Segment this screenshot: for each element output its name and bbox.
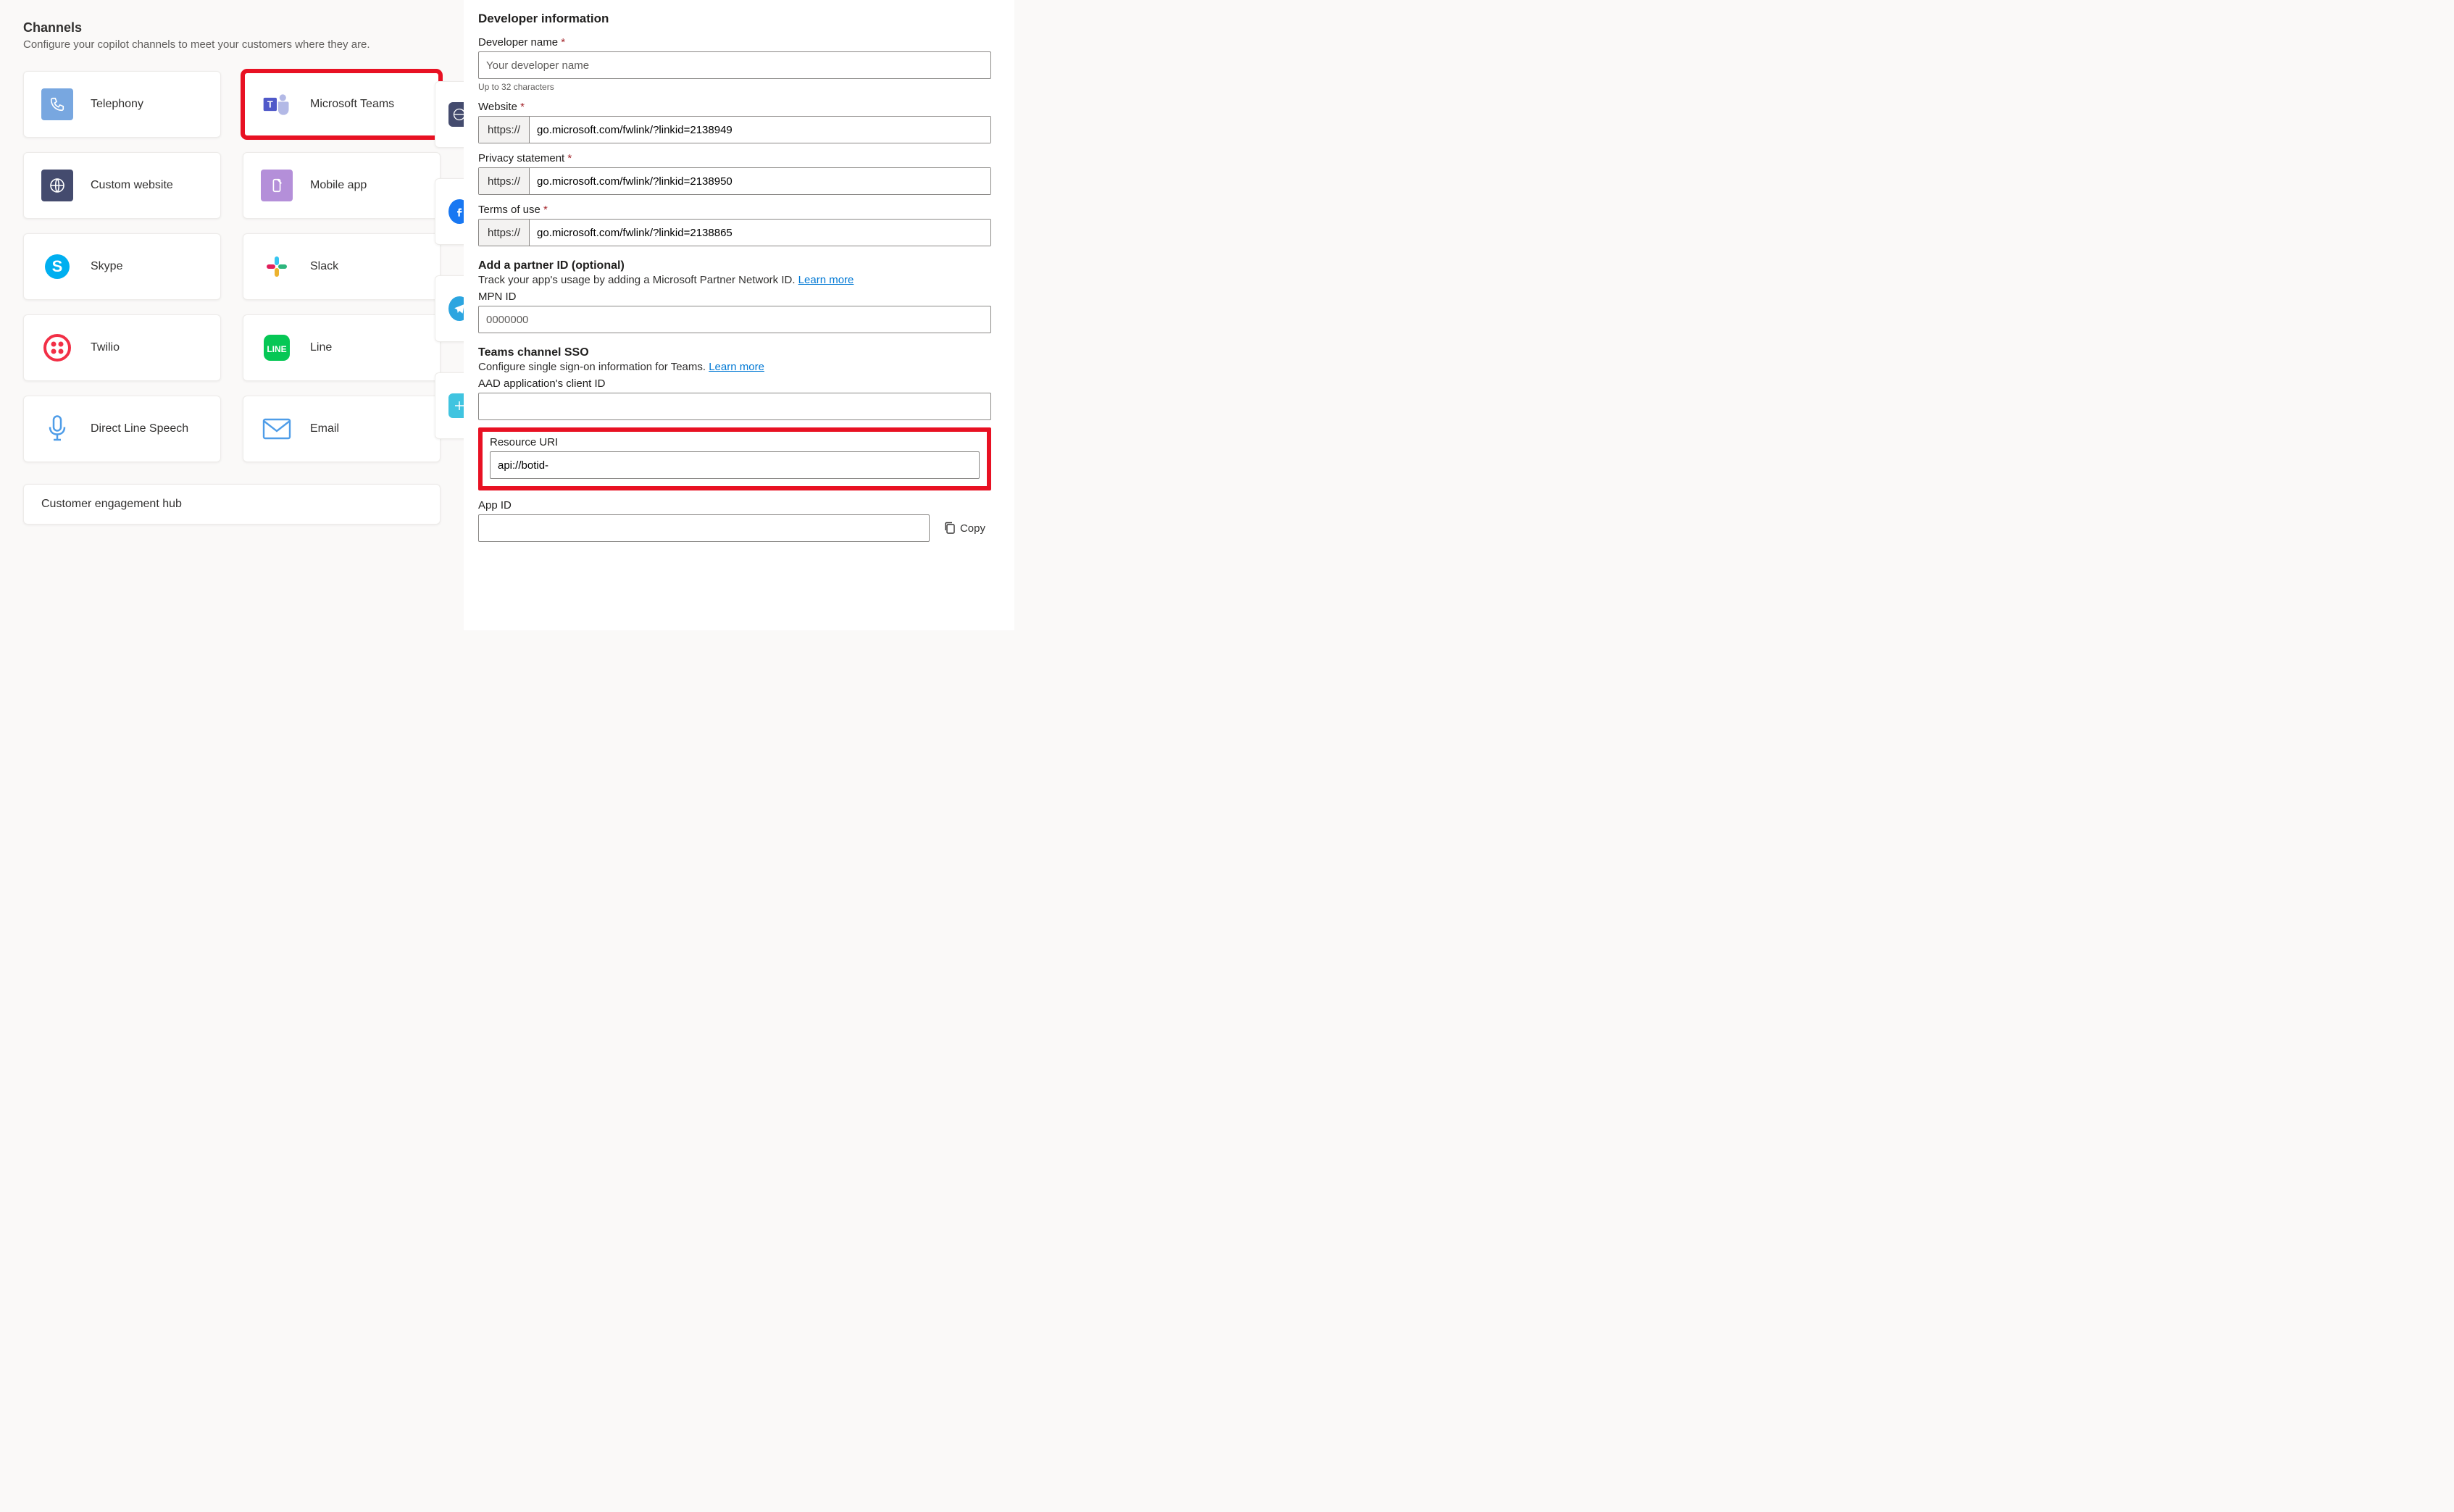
channel-label: Mobile app xyxy=(310,179,367,192)
channel-telephony[interactable]: Telephony xyxy=(23,71,221,138)
mpn-id-label: MPN ID xyxy=(478,291,991,303)
channel-mobile-app[interactable]: Mobile app xyxy=(243,152,441,219)
svg-text:S: S xyxy=(52,257,63,275)
https-prefix: https:// xyxy=(479,117,530,143)
channel-label: Twilio xyxy=(91,341,120,354)
https-prefix: https:// xyxy=(479,220,530,246)
channel-twilio[interactable]: Twilio xyxy=(23,314,221,381)
svg-text:LINE: LINE xyxy=(267,344,286,354)
partner-learn-more-link[interactable]: Learn more xyxy=(798,274,854,286)
aad-client-id-input[interactable] xyxy=(478,393,991,420)
channel-label: Custom website xyxy=(91,179,173,192)
developer-name-label: Developer name * xyxy=(478,36,991,49)
copy-button[interactable]: Copy xyxy=(938,519,991,538)
hub-title: Customer engagement hub xyxy=(41,498,182,510)
website-input-wrap: https:// xyxy=(478,116,991,143)
sso-learn-more-link[interactable]: Learn more xyxy=(709,361,764,373)
channel-label: Slack xyxy=(310,260,338,273)
copy-icon xyxy=(944,522,956,535)
globe-icon xyxy=(41,170,73,201)
channel-slack[interactable]: Slack xyxy=(243,233,441,300)
terms-input-wrap: https:// xyxy=(478,219,991,246)
copy-label: Copy xyxy=(960,522,985,535)
resource-uri-input[interactable] xyxy=(490,451,980,479)
channels-grid: Telephony T Microsoft Teams Custom websi… xyxy=(23,71,441,462)
channel-direct-line-speech[interactable]: Direct Line Speech xyxy=(23,396,221,462)
terms-input[interactable] xyxy=(530,220,990,246)
twilio-icon xyxy=(41,332,73,364)
mpn-id-input[interactable] xyxy=(478,306,991,333)
website-label: Website * xyxy=(478,101,991,113)
channel-label: Microsoft Teams xyxy=(310,98,394,111)
aad-client-id-label: AAD application's client ID xyxy=(478,377,991,390)
https-prefix: https:// xyxy=(479,168,530,194)
slack-icon xyxy=(261,251,293,283)
channel-email[interactable]: Email xyxy=(243,396,441,462)
partner-id-desc: Track your app's usage by adding a Micro… xyxy=(478,274,991,286)
channels-heading: Channels xyxy=(23,20,441,35)
developer-info-heading: Developer information xyxy=(478,12,991,26)
email-icon xyxy=(261,413,293,445)
privacy-input-wrap: https:// xyxy=(478,167,991,195)
channel-microsoft-teams[interactable]: T Microsoft Teams xyxy=(243,71,441,138)
app-id-input[interactable] xyxy=(478,514,930,542)
resource-uri-highlight: Resource URI xyxy=(478,427,991,490)
partner-id-heading: Add a partner ID (optional) xyxy=(478,259,991,272)
resource-uri-label: Resource URI xyxy=(490,436,980,448)
app-id-label: App ID xyxy=(478,499,991,511)
privacy-label: Privacy statement * xyxy=(478,152,991,164)
channel-custom-website[interactable]: Custom website xyxy=(23,152,221,219)
channel-label: Direct Line Speech xyxy=(91,422,188,435)
sso-heading: Teams channel SSO xyxy=(478,346,991,359)
channel-label: Telephony xyxy=(91,98,143,111)
skype-icon: S xyxy=(41,251,73,283)
teams-icon: T xyxy=(261,88,293,120)
customer-engagement-hub[interactable]: Customer engagement hub xyxy=(23,484,441,525)
mobile-icon xyxy=(261,170,293,201)
channel-label: Line xyxy=(310,341,332,354)
website-input[interactable] xyxy=(530,117,990,143)
sso-desc: Configure single sign-on information for… xyxy=(478,361,991,373)
developer-name-input[interactable] xyxy=(478,51,991,79)
channel-line[interactable]: LINE Line xyxy=(243,314,441,381)
developer-name-help: Up to 32 characters xyxy=(478,82,991,92)
channels-description: Configure your copilot channels to meet … xyxy=(23,38,441,51)
channel-label: Email xyxy=(310,422,339,435)
line-icon: LINE xyxy=(261,332,293,364)
mic-icon xyxy=(41,413,73,445)
terms-label: Terms of use * xyxy=(478,204,991,216)
channel-label: Skype xyxy=(91,260,122,273)
svg-text:T: T xyxy=(267,99,273,110)
phone-icon xyxy=(41,88,73,120)
privacy-input[interactable] xyxy=(530,168,990,194)
channel-skype[interactable]: S Skype xyxy=(23,233,221,300)
